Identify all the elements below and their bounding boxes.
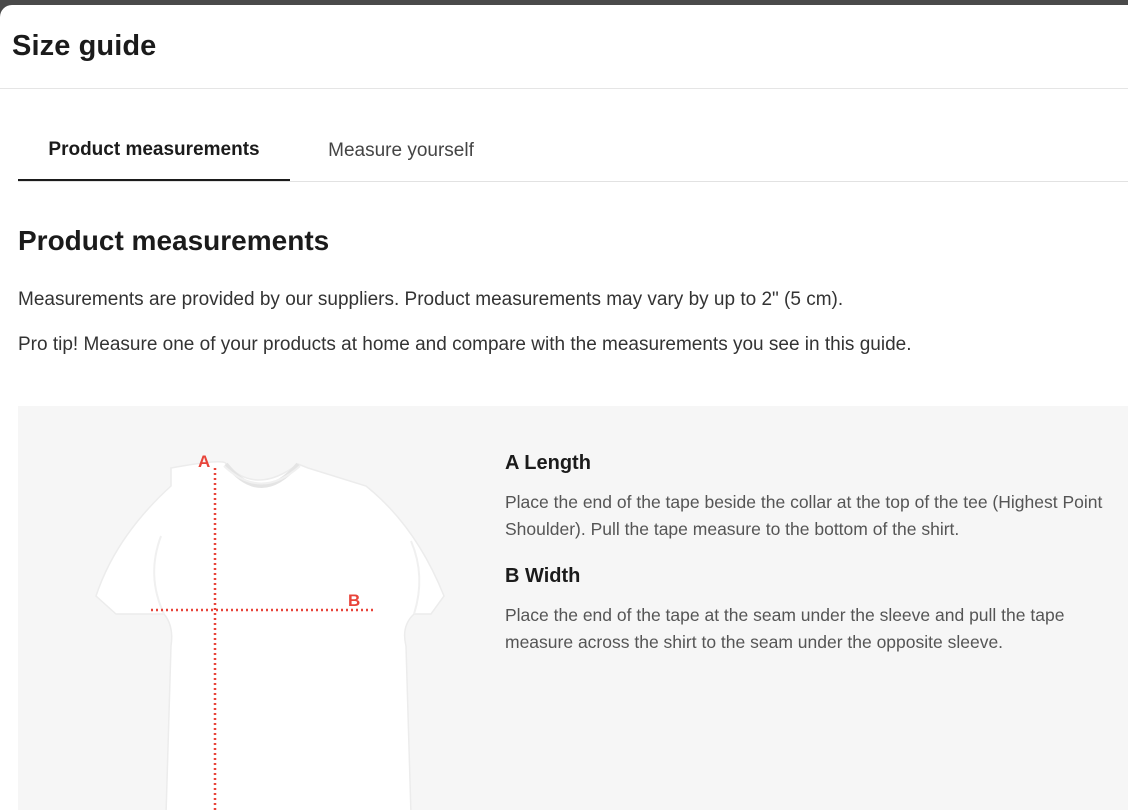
intro-paragraph: Measurements are provided by our supplie… — [18, 289, 844, 310]
pro-tip-paragraph: Pro tip! Measure one of your products at… — [18, 334, 912, 355]
tshirt-diagram: A B — [95, 452, 445, 810]
tab-bar: Product measurements Measure yourself — [18, 120, 1128, 182]
tshirt-image — [95, 461, 445, 810]
dialog-header: Size guide — [0, 5, 1128, 89]
measurement-panel: A B A Length Place the end of the tape b… — [18, 406, 1128, 810]
length-description: Place the end of the tape beside the col… — [505, 492, 1103, 539]
dialog-title: Size guide — [12, 30, 157, 62]
tab-product-measurements[interactable]: Product measurements — [18, 120, 290, 181]
tab-measure-yourself[interactable]: Measure yourself — [290, 120, 512, 181]
tab-content: Product measurements Measurements are pr… — [18, 181, 1128, 355]
marker-b: B — [348, 591, 360, 610]
marker-a: A — [198, 452, 210, 471]
size-guide-dialog: Size guide Product measurements Measure … — [0, 5, 1128, 810]
width-description: Place the end of the tape at the seam un… — [505, 605, 1065, 652]
section-heading: Product measurements — [18, 225, 330, 256]
length-title: A Length — [505, 452, 591, 474]
measurement-descriptions: A Length Place the end of the tape besid… — [505, 452, 1115, 678]
width-title: B Width — [505, 565, 581, 587]
